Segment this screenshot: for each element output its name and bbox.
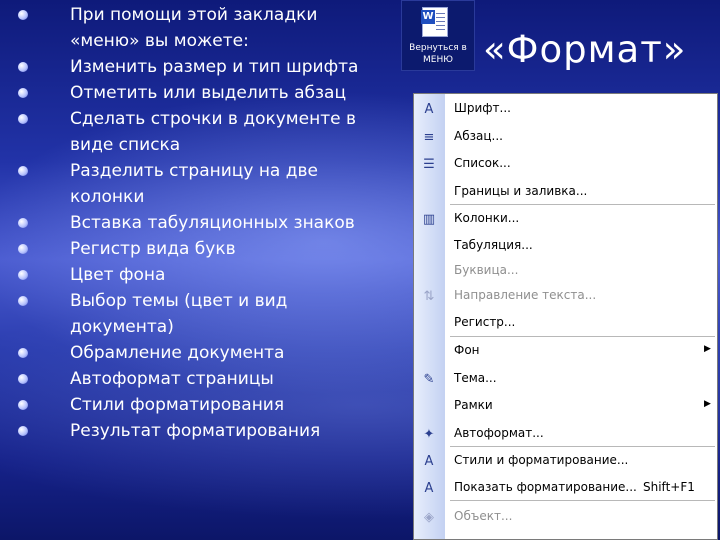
menu-item-label: Стили и форматирование... xyxy=(454,453,629,467)
menu-item[interactable]: ≡ Абзац... xyxy=(414,124,717,150)
bullet-text: Разделить страницу на две xyxy=(70,161,318,181)
back-to-menu-label: Вернуться в МЕНЮ xyxy=(409,43,467,65)
back-to-menu-button[interactable]: W Вернуться в МЕНЮ xyxy=(401,0,475,71)
bullet-text: Выбор темы (цвет и вид xyxy=(70,291,288,311)
menu-item: ◈ Объект... xyxy=(414,504,717,530)
menu-item[interactable]: ☰ Список... xyxy=(414,151,717,177)
feature-bullet-list: При помощи этой закладки «меню» вы можете… xyxy=(18,2,398,444)
bullet-text: Результат форматирования xyxy=(70,421,321,441)
menu-item-label: Автоформат... xyxy=(454,426,544,440)
bullet-item: Изменить размер и тип шрифта xyxy=(18,54,398,80)
menu-item-label: Список... xyxy=(454,156,511,170)
bullet-dot-icon xyxy=(18,166,28,176)
bullet-dot-icon xyxy=(18,374,28,384)
bullet-item: Разделить страницу на две колонки xyxy=(18,158,398,210)
bullet-text: При помощи этой закладки xyxy=(70,5,318,25)
bullet-dot-icon xyxy=(18,400,28,410)
bullet-dot-icon xyxy=(18,62,28,72)
bullet-dot-icon xyxy=(18,348,28,358)
text-direction-icon: ⇅ xyxy=(423,288,435,304)
menu-item-label: Фон xyxy=(454,343,480,357)
menu-item-label: Объект... xyxy=(454,509,513,523)
menu-item-label: Показать форматирование... xyxy=(454,480,637,494)
menu-item-label: Шрифт... xyxy=(454,101,511,115)
menu-item[interactable]: ✦ Автоформат... xyxy=(414,421,717,447)
bullet-item: При помощи этой закладки «меню» вы можете… xyxy=(18,2,398,54)
menu-item[interactable]: Границы и заливка... xyxy=(414,179,717,205)
menu-item[interactable]: Фон ▶ xyxy=(414,338,717,364)
bullet-dot-icon xyxy=(18,426,28,436)
bullet-text: Отметить или выделить абзац xyxy=(70,83,347,103)
bullet-item: Вставка табуляционных знаков xyxy=(18,210,398,236)
menu-item-label: Направление текста... xyxy=(454,288,597,302)
autoformat-icon: ✦ xyxy=(423,426,435,442)
bullet-text: Обрамление документа xyxy=(70,343,285,363)
page-title: «Формат» xyxy=(483,28,687,71)
bullet-item: Регистр вида букв xyxy=(18,236,398,262)
menu-item[interactable]: A Стили и форматирование... xyxy=(414,448,717,474)
bullet-item: Автоформат страницы xyxy=(18,366,398,392)
menu-item-label: Тема... xyxy=(454,371,497,385)
bullet-text: Изменить размер и тип шрифта xyxy=(70,57,359,77)
bullet-item: Обрамление документа xyxy=(18,340,398,366)
bullet-item: Стили форматирования xyxy=(18,392,398,418)
bullet-text: Сделать строчки в документе в xyxy=(70,109,356,129)
submenu-arrow-icon: ▶ xyxy=(704,344,711,354)
menu-item-label: Рамки xyxy=(454,398,493,412)
menu-item-label: Буквица... xyxy=(454,263,519,277)
menu-item[interactable]: Рамки ▶ xyxy=(414,393,717,419)
bullet-text: Вставка табуляционных знаков xyxy=(70,213,355,233)
format-menu: A Шрифт... ≡ Абзац... ☰ Список... Границы и за… xyxy=(413,93,718,540)
bullet-dot-icon xyxy=(18,296,28,306)
menu-item-label: Границы и заливка... xyxy=(454,184,588,198)
menu-item-shortcut: Shift+F1 xyxy=(643,480,695,494)
bullet-dot-icon xyxy=(18,218,28,228)
bullet-text: Цвет фона xyxy=(70,265,166,285)
font-icon: A xyxy=(424,101,434,117)
theme-icon: ✎ xyxy=(423,371,435,387)
bullet-item: Сделать строчки в документе в виде списка xyxy=(18,106,398,158)
menu-item[interactable]: Табуляция... xyxy=(414,233,717,259)
menu-item[interactable]: Регистр... xyxy=(414,310,717,336)
menu-item[interactable]: A Показать форматирование... Shift+F1 xyxy=(414,475,717,501)
bullet-text: «меню» вы можете: xyxy=(70,31,249,51)
bullet-dot-icon xyxy=(18,270,28,280)
menu-item-label: Колонки... xyxy=(454,211,520,225)
paragraph-icon: ≡ xyxy=(423,129,435,145)
bullet-dot-icon xyxy=(18,88,28,98)
bullet-dot-icon xyxy=(18,114,28,124)
reveal-formatting-icon: A xyxy=(424,480,434,496)
menu-item-label: Табуляция... xyxy=(454,238,533,252)
menu-item[interactable]: ✎ Тема... xyxy=(414,366,717,392)
bullet-dot-icon xyxy=(18,244,28,254)
menu-item[interactable]: A Шрифт... xyxy=(414,96,717,122)
menu-separator xyxy=(450,336,715,337)
menu-item-label: Регистр... xyxy=(454,315,516,329)
bullet-text: Регистр вида букв xyxy=(70,239,236,259)
bullet-text: Автоформат страницы xyxy=(70,369,274,389)
bullet-text: виде списка xyxy=(70,135,181,155)
bullet-item: Цвет фона xyxy=(18,262,398,288)
columns-icon: ▥ xyxy=(422,211,436,227)
bullet-item: Результат форматирования xyxy=(18,418,398,444)
menu-item: ⇅ Направление текста... xyxy=(414,283,717,309)
submenu-arrow-icon: ▶ xyxy=(704,399,711,409)
menu-item[interactable]: ▥ Колонки... xyxy=(414,206,717,232)
object-icon: ◈ xyxy=(424,509,434,525)
styles-icon: A xyxy=(424,453,434,469)
bullet-text: Стили форматирования xyxy=(70,395,285,415)
list-icon: ☰ xyxy=(423,156,435,172)
bullet-text: документа) xyxy=(70,317,174,337)
word-document-icon: W xyxy=(421,7,448,37)
bullet-item: Отметить или выделить абзац xyxy=(18,80,398,106)
menu-item-label: Абзац... xyxy=(454,129,503,143)
bullet-item: Выбор темы (цвет и вид документа) xyxy=(18,288,398,340)
bullet-text: колонки xyxy=(70,187,145,207)
bullet-dot-icon xyxy=(18,10,28,20)
menu-item: Буквица... xyxy=(414,258,717,284)
